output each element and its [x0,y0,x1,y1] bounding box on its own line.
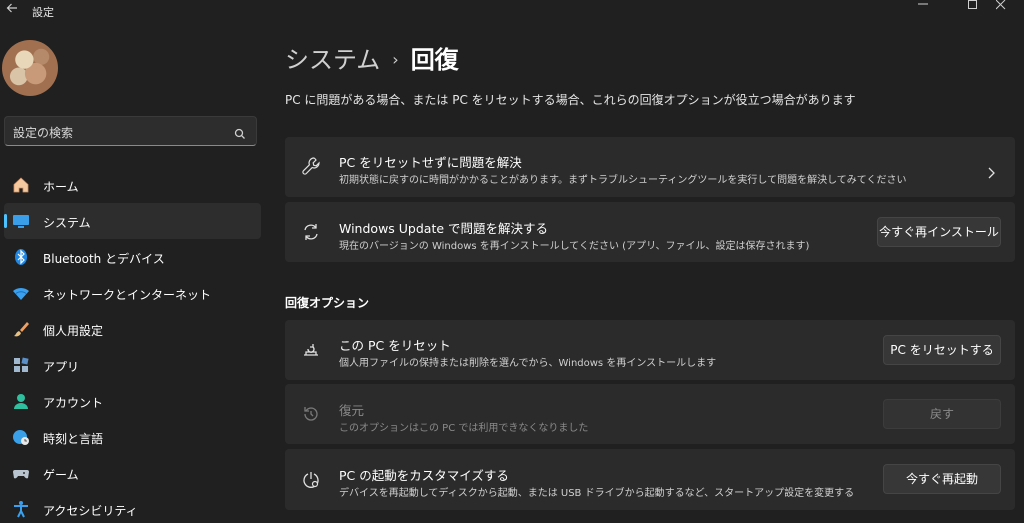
sidebar-item-label: Bluetooth とデバイス [43,252,165,266]
card-description: 個人用ファイルの保持または削除を選んでから、Windows を再インストールしま… [339,358,717,369]
sidebar-item-label: システム [43,216,91,230]
reset-pc-icon [301,340,321,360]
sidebar-item-label: ゲーム [43,468,79,482]
sidebar: 設定の検索 ホーム システム Bluetooth とデバイス ネットワークとイン… [0,24,265,523]
apps-icon [12,356,30,374]
system-icon [12,212,30,230]
sidebar-item-home[interactable]: ホーム [4,167,261,203]
advanced-startup-card: PC の起動をカスタマイズする デバイスを再起動してディスクから起動、または U… [285,449,1015,510]
page-description: PC に問題がある場合、または PC をリセットする場合、これらの回復オプション… [285,93,856,107]
sidebar-item-label: 個人用設定 [43,324,104,338]
sidebar-item-label: 時刻と言語 [43,432,104,446]
card-description: 現在のバージョンの Windows を再インストールしてください (アプリ、ファ… [339,241,810,252]
sidebar-item-label: ホーム [43,180,79,194]
breadcrumb-separator: › [392,50,399,69]
sidebar-item-system[interactable]: システム [4,203,261,239]
window-title: 設定 [32,6,54,19]
search-input[interactable]: 設定の検索 [13,124,73,141]
search-box[interactable]: 設定の検索 [4,116,257,146]
home-icon [12,176,30,194]
card-title: PC の起動をカスタマイズする [339,468,509,483]
bluetooth-icon [12,248,30,266]
section-title: 回復オプション [285,296,370,310]
breadcrumb-parent[interactable]: システム [285,46,380,74]
sidebar-item-network[interactable]: ネットワークとインターネット [4,275,261,311]
restore-card: 復元 このオプションはこの PC では利用できなくなりました 戻す [285,384,1015,444]
sidebar-item-label: ネットワークとインターネット [43,288,212,302]
go-back-button[interactable]: 戻す [883,399,1001,429]
reset-pc-card: この PC をリセット 個人用ファイルの保持または削除を選んでから、Window… [285,320,1015,380]
windows-update-fix-card: Windows Update で問題を解決する 現在のバージョンの Window… [285,202,1015,262]
nav-list: ホーム システム Bluetooth とデバイス ネットワークとインターネット [0,167,265,523]
card-title: この PC をリセット [339,338,451,353]
sidebar-item-label: アカウント [43,396,104,410]
brush-icon [12,320,30,338]
accessibility-icon [12,500,30,518]
minimize-button[interactable] [900,0,946,12]
globe-clock-icon [12,428,30,446]
sidebar-item-accessibility[interactable]: アクセシビリティ [4,491,261,523]
back-arrow-icon[interactable] [4,2,20,18]
sidebar-item-bluetooth[interactable]: Bluetooth とデバイス [4,239,261,275]
card-title: Windows Update で問題を解決する [339,221,549,236]
card-description: このオプションはこの PC では利用できなくなりました [339,423,589,434]
reinstall-now-button[interactable]: 今すぐ再インストール [877,217,1001,247]
sidebar-item-gaming[interactable]: ゲーム [4,455,261,491]
close-button[interactable] [978,0,1024,12]
main-content: システム › 回復 PC に問題がある場合、または PC をリセットする場合、これら… [285,24,1015,523]
sidebar-item-personalization[interactable]: 個人用設定 [4,311,261,347]
wrench-icon [301,156,321,176]
chevron-right-icon [987,164,995,183]
title-bar: 設定 [0,0,1024,24]
wifi-icon [12,284,30,302]
sidebar-item-accounts[interactable]: アカウント [4,383,261,419]
sidebar-item-label: アクセシビリティ [43,504,138,518]
avatar[interactable] [2,40,58,96]
gamepad-icon [12,464,30,482]
breadcrumb: システム › 回復 [285,40,459,75]
card-description: デバイスを再起動してディスクから起動、または USB ドライブから起動するなど、… [339,488,855,499]
sync-icon [301,222,321,242]
restart-now-button[interactable]: 今すぐ再起動 [883,464,1001,494]
card-title: PC をリセットせずに問題を解決 [339,155,522,170]
reset-pc-button[interactable]: PC をリセットする [883,335,1001,365]
sidebar-item-label: アプリ [43,360,80,374]
history-icon [301,404,321,424]
account-icon [12,392,30,410]
advanced-startup-icon [301,470,321,490]
sidebar-item-apps[interactable]: アプリ [4,347,261,383]
selection-indicator [4,214,7,228]
search-icon[interactable] [234,125,246,144]
card-title: 復元 [339,403,365,418]
troubleshoot-card[interactable]: PC をリセットせずに問題を解決 初期状態に戻すのに時間がかかることがあります。… [285,137,1015,197]
card-description: 初期状態に戻すのに時間がかかることがあります。まずトラブルシューティングツールを… [339,175,907,186]
sidebar-item-time-language[interactable]: 時刻と言語 [4,419,261,455]
page-title: 回復 [410,46,459,74]
